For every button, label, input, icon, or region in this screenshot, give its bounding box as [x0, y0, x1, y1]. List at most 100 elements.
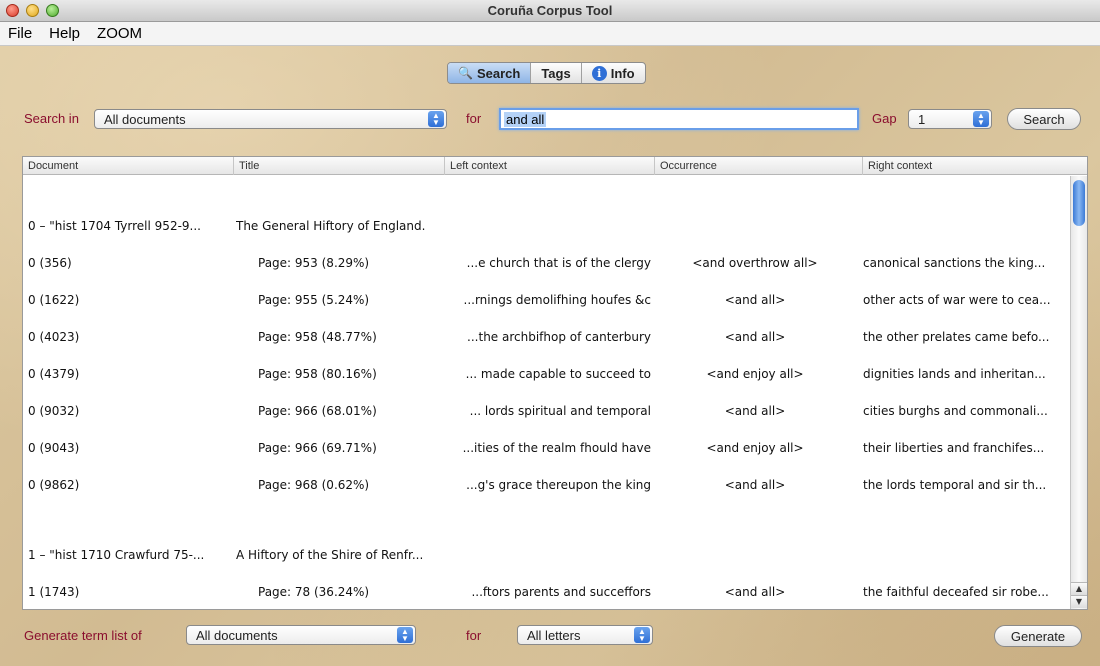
generate-letters-value: All letters	[527, 627, 581, 643]
main-panel: 🔍 Search Tags i Info Search in All docum…	[0, 46, 1100, 666]
search-query-text: and all	[504, 111, 547, 127]
generate-for-label: for	[466, 628, 482, 643]
zoom-window-icon[interactable]	[46, 4, 59, 17]
generate-letters-select[interactable]: All letters ▲ ▼	[517, 625, 653, 645]
table-header: Document Title Left context Occurrence R…	[23, 157, 1087, 175]
left-context-cell: ...the archbifhop of canterbury	[467, 330, 651, 344]
right-context-cell: the faithful deceafed sir robe...	[863, 585, 1049, 599]
table-row[interactable]: 0 (9862) Page: 968 (0.62%) ...g's grace …	[23, 478, 1071, 498]
left-context-cell: ...ities of the realm fhould have	[462, 441, 651, 455]
tab-bar: 🔍 Search Tags i Info	[447, 62, 646, 84]
right-context-cell: their liberties and franchifes...	[863, 441, 1045, 455]
left-context-cell: ... made capable to succeed to	[465, 367, 651, 381]
group-document-cell: 1 – "hist 1710 Crawfurd 75-...	[28, 548, 205, 562]
search-query-input[interactable]: and all	[499, 108, 859, 130]
table-row[interactable]: 0 (9043) Page: 966 (69.71%) ...ities of …	[23, 441, 1071, 461]
search-in-label: Search in	[24, 111, 79, 126]
magnifier-icon: 🔍	[458, 66, 473, 80]
occurrence-cell: <and all>	[724, 293, 786, 307]
title-cell: Page: 966 (68.01%)	[258, 404, 377, 418]
window-titlebar: Coruña Corpus Tool	[0, 0, 1100, 22]
document-cell: 0 (9862)	[28, 478, 80, 492]
right-context-cell: the lords temporal and sir th...	[863, 478, 1047, 492]
right-context-cell: canonical sanctions the king...	[863, 256, 1046, 270]
column-header-left-context[interactable]: Left context	[445, 157, 655, 175]
results-table: Document Title Left context Occurrence R…	[22, 156, 1088, 610]
document-group-row[interactable]: 1 – "hist 1710 Crawfurd 75-... A Hiftory…	[23, 548, 1071, 568]
occurrence-cell: <and overthrow all>	[692, 256, 818, 270]
title-cell: Page: 78 (36.24%)	[258, 585, 370, 599]
search-button[interactable]: Search	[1007, 108, 1081, 130]
right-context-cell: the other prelates came befo...	[863, 330, 1050, 344]
scrollbar-thumb[interactable]	[1073, 180, 1085, 226]
group-document-cell: 0 – "hist 1704 Tyrrell 952-9...	[28, 219, 201, 233]
occurrence-cell: <and enjoy all>	[706, 367, 804, 381]
title-cell: Page: 966 (69.71%)	[258, 441, 377, 455]
occurrence-cell: <and enjoy all>	[706, 441, 804, 455]
gap-value: 1	[918, 111, 926, 127]
vertical-scrollbar[interactable]: ▲ ▼	[1070, 176, 1087, 609]
document-group-row[interactable]: 0 – "hist 1704 Tyrrell 952-9... The Gene…	[23, 219, 1071, 239]
for-label: for	[466, 111, 482, 126]
left-context-cell: ...g's grace thereupon the king	[466, 478, 651, 492]
generate-documents-select[interactable]: All documents ▲ ▼	[186, 625, 416, 645]
menu-help[interactable]: Help	[41, 25, 89, 42]
column-header-right-context[interactable]: Right context	[863, 157, 1071, 175]
group-title-cell: The General Hiftory of England.	[236, 219, 426, 233]
select-arrows-icon: ▲ ▼	[634, 627, 650, 643]
gap-label: Gap	[872, 111, 897, 126]
title-cell: Page: 955 (5.24%)	[258, 293, 370, 307]
search-in-value: All documents	[104, 111, 186, 127]
tab-info[interactable]: i Info	[582, 63, 645, 83]
minimize-window-icon[interactable]	[26, 4, 39, 17]
title-cell: Page: 968 (0.62%)	[258, 478, 370, 492]
document-cell: 0 (9043)	[28, 441, 80, 455]
table-row[interactable]: 0 (9032) Page: 966 (68.01%) ... lords sp…	[23, 404, 1071, 424]
search-row: Search in All documents ▲ ▼ for and all G…	[0, 108, 1100, 134]
tab-tags[interactable]: Tags	[531, 63, 582, 83]
scroll-up-arrow-icon[interactable]: ▲	[1071, 582, 1087, 595]
left-context-cell: ...e church that is of the clergy	[466, 256, 651, 270]
gap-select[interactable]: 1 ▲ ▼	[908, 109, 992, 129]
document-cell: 0 (4023)	[28, 330, 80, 344]
generate-documents-value: All documents	[196, 627, 278, 643]
select-arrows-icon: ▲ ▼	[973, 111, 989, 127]
table-row[interactable]: 0 (1622) Page: 955 (5.24%) ...rnings dem…	[23, 293, 1071, 313]
occurrence-cell: <and all>	[724, 478, 786, 492]
right-context-cell: other acts of war were to cea...	[863, 293, 1051, 307]
table-row[interactable]: 0 (356) Page: 953 (8.29%) ...e church th…	[23, 256, 1071, 276]
group-title-cell: A Hiftory of the Shire of Renfr...	[236, 548, 424, 562]
select-arrows-icon: ▲ ▼	[397, 627, 413, 643]
column-header-title[interactable]: Title	[234, 157, 445, 175]
search-in-select[interactable]: All documents ▲ ▼	[94, 109, 447, 129]
generate-button[interactable]: Generate	[994, 625, 1082, 647]
info-icon: i	[591, 65, 607, 81]
scroll-down-arrow-icon[interactable]: ▼	[1071, 595, 1087, 608]
occurrence-cell: <and all>	[724, 585, 786, 599]
menu-file[interactable]: File	[0, 25, 41, 42]
select-arrows-icon: ▲ ▼	[428, 111, 444, 127]
left-context-cell: ...ftors parents and succeffors	[471, 585, 651, 599]
table-row[interactable]: 1 (1743) Page: 78 (36.24%) ...ftors pare…	[23, 585, 1071, 605]
generate-row: Generate term list of All documents ▲ ▼ f…	[0, 624, 1100, 650]
document-cell: 0 (9032)	[28, 404, 80, 418]
document-cell: 0 (356)	[28, 256, 72, 270]
table-row[interactable]: 0 (4379) Page: 958 (80.16%) ... made cap…	[23, 367, 1071, 387]
table-row[interactable]: 0 (4023) Page: 958 (48.77%) ...the archb…	[23, 330, 1071, 350]
menu-zoom[interactable]: ZOOM	[89, 25, 151, 42]
tab-search-label: Search	[476, 65, 521, 81]
document-cell: 0 (4379)	[28, 367, 80, 381]
generate-term-list-label: Generate term list of	[24, 628, 142, 643]
left-context-cell: ... lords spiritual and temporal	[469, 404, 651, 418]
tab-info-label: Info	[610, 65, 635, 81]
close-window-icon[interactable]	[6, 4, 19, 17]
column-header-document[interactable]: Document	[23, 157, 234, 175]
right-context-cell: dignities lands and inheritan...	[863, 367, 1046, 381]
document-cell: 1 (1743)	[28, 585, 80, 599]
tab-search[interactable]: 🔍 Search	[448, 63, 532, 83]
right-context-cell: cities burghs and commonali...	[863, 404, 1048, 418]
document-cell: 0 (1622)	[28, 293, 80, 307]
occurrence-cell: <and all>	[724, 404, 786, 418]
column-header-occurrence[interactable]: Occurrence	[655, 157, 863, 175]
occurrence-cell: <and all>	[724, 330, 786, 344]
